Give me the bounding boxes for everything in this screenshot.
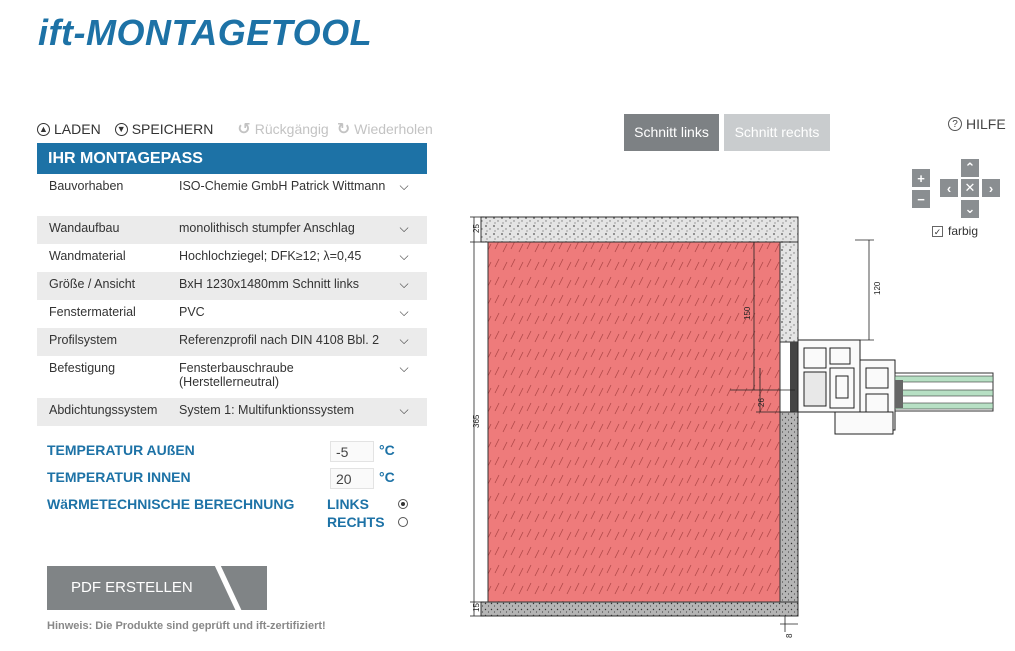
- dim-label-top-plaster: 25: [472, 224, 481, 233]
- create-pdf-button[interactable]: PDF ERSTELLEN: [47, 566, 267, 610]
- toolbar: ▲ LADEN ▼ SPEICHERN ↺ Rückgängig ↻ Wiede…: [37, 119, 441, 139]
- calc-option-right-label[interactable]: RECHTS: [327, 514, 385, 530]
- chevron-down-icon[interactable]: ⌵: [389, 249, 419, 267]
- calc-option-left-radio[interactable]: [398, 499, 408, 509]
- chevron-down-icon[interactable]: ⌵: [389, 221, 419, 239]
- load-label: LADEN: [54, 121, 101, 137]
- question-circle-icon: ?: [948, 117, 962, 131]
- calculation-label: WäRMETECHNISCHE BERECHNUNG: [47, 496, 295, 512]
- calc-option-right-radio[interactable]: [398, 517, 408, 527]
- montagepass-form: Bauvorhaben ISO-Chemie GmbH Patrick Witt…: [37, 174, 427, 426]
- row-wandaufbau[interactable]: Wandaufbau monolithisch stumpfer Anschla…: [37, 216, 427, 244]
- row-value: ISO-Chemie GmbH Patrick Wittmann: [179, 179, 386, 193]
- dim-label-26: 26: [757, 398, 766, 407]
- row-wandmaterial[interactable]: Wandmaterial Hochlochziegel; DFK≥12; λ=0…: [37, 244, 427, 272]
- pan-right-button[interactable]: ›: [982, 179, 1000, 197]
- row-label: Profilsystem: [49, 333, 118, 347]
- undo-button[interactable]: ↺ Rückgängig: [237, 119, 328, 139]
- row-bauvorhaben[interactable]: Bauvorhaben ISO-Chemie GmbH Patrick Witt…: [37, 174, 427, 216]
- create-pdf-label: PDF ERSTELLEN: [71, 579, 193, 596]
- row-label: Bauvorhaben: [49, 179, 124, 193]
- row-value: monolithisch stumpfer Anschlag: [179, 221, 355, 235]
- outside-temp-label: TEMPERATUR AUßEN: [47, 442, 195, 458]
- help-label: HILFE: [966, 116, 1006, 132]
- outer-plaster-top: [480, 216, 799, 243]
- row-value: Fensterbauschraube (Herstellerneutral): [179, 361, 294, 389]
- row-label: Fenstermaterial: [49, 305, 136, 319]
- chevron-down-icon[interactable]: ⌵: [389, 277, 419, 295]
- row-value: Hochlochziegel; DFK≥12; λ=0,45: [179, 249, 362, 263]
- dim-label-8: 8: [785, 633, 794, 638]
- inside-temp-unit: °C: [379, 469, 395, 485]
- section-drawing: 25 365 15 150 120 26 8: [470, 216, 994, 638]
- reset-view-button[interactable]: ✕: [961, 179, 979, 197]
- zoom-in-button[interactable]: +: [912, 169, 930, 187]
- row-value: System 1: Multifunktionssystem: [179, 403, 355, 417]
- redo-icon: ↻: [336, 121, 351, 138]
- cut-right-button[interactable]: Schnitt rechts: [724, 114, 830, 151]
- row-fenstermaterial[interactable]: Fenstermaterial PVC ⌵: [37, 300, 427, 328]
- chevron-down-icon[interactable]: ⌵: [389, 179, 419, 211]
- download-circle-icon: ▼: [114, 122, 128, 136]
- panel-title: IHR MONTAGEPASS: [37, 143, 427, 174]
- outside-temp-input[interactable]: [330, 441, 374, 462]
- button-slash-decoration: [213, 566, 247, 610]
- dim-label-bottom-plaster: 15: [472, 603, 481, 612]
- row-label: Wandmaterial: [49, 249, 126, 263]
- inside-temp-input[interactable]: [330, 468, 374, 489]
- save-label: SPEICHERN: [131, 121, 214, 137]
- sealing-strip: [790, 342, 798, 412]
- chevron-down-icon[interactable]: ⌵: [389, 403, 419, 421]
- upload-circle-icon: ▲: [37, 122, 50, 136]
- cut-left-button[interactable]: Schnitt links: [624, 114, 719, 151]
- inner-plaster-reveal: [779, 411, 799, 617]
- chevron-down-icon[interactable]: ⌵: [389, 305, 419, 323]
- help-button[interactable]: ? HILFE: [948, 116, 1006, 132]
- masonry-wall: [487, 241, 781, 603]
- calc-option-left-label[interactable]: LINKS: [327, 496, 369, 512]
- row-label: Wandaufbau: [49, 221, 120, 235]
- glazing-unit: [894, 372, 994, 412]
- dim-label-120: 120: [873, 281, 882, 295]
- row-value: Referenzprofil nach DIN 4108 Bbl. 2: [179, 333, 380, 347]
- row-befestigung[interactable]: Befestigung Fensterbauschraube (Herstell…: [37, 356, 427, 398]
- row-value: PVC: [179, 305, 205, 319]
- undo-icon: ↺: [237, 121, 251, 138]
- row-groesse-ansicht[interactable]: Größe / Ansicht BxH 1230x1480mm Schnitt …: [37, 272, 427, 300]
- pan-up-button[interactable]: ⌃: [961, 159, 979, 177]
- inner-plaster-bottom: [480, 601, 799, 617]
- outside-temp-unit: °C: [379, 442, 395, 458]
- row-label: Größe / Ansicht: [49, 277, 136, 291]
- dim-label-wall-thickness: 365: [472, 414, 481, 428]
- row-label: Befestigung: [49, 361, 116, 375]
- certification-hint: Hinweis: Die Produkte sind geprüft und i…: [47, 620, 326, 632]
- row-profilsystem[interactable]: Profilsystem Referenzprofil nach DIN 410…: [37, 328, 427, 356]
- chevron-down-icon[interactable]: ⌵: [389, 361, 419, 393]
- redo-button[interactable]: ↻ Wiederholen: [337, 119, 433, 139]
- load-button[interactable]: ▲ LADEN: [37, 121, 101, 137]
- window-frame-profile: [797, 339, 896, 435]
- app-title: ift-MONTAGETOOL: [38, 12, 373, 53]
- row-label: Abdichtungssystem: [49, 403, 158, 417]
- chevron-down-icon[interactable]: ⌵: [389, 333, 419, 351]
- row-value: BxH 1230x1480mm Schnitt links: [179, 277, 359, 291]
- redo-label: Wiederholen: [354, 121, 433, 137]
- outer-plaster-reveal: [779, 241, 799, 343]
- save-button[interactable]: ▼ SPEICHERN: [114, 121, 214, 137]
- dim-label-150: 150: [743, 306, 752, 320]
- undo-label: Rückgängig: [254, 121, 329, 137]
- inside-temp-label: TEMPERATUR INNEN: [47, 469, 191, 485]
- pan-left-button[interactable]: ‹: [940, 179, 958, 197]
- row-abdichtungssystem[interactable]: Abdichtungssystem System 1: Multifunktio…: [37, 398, 427, 426]
